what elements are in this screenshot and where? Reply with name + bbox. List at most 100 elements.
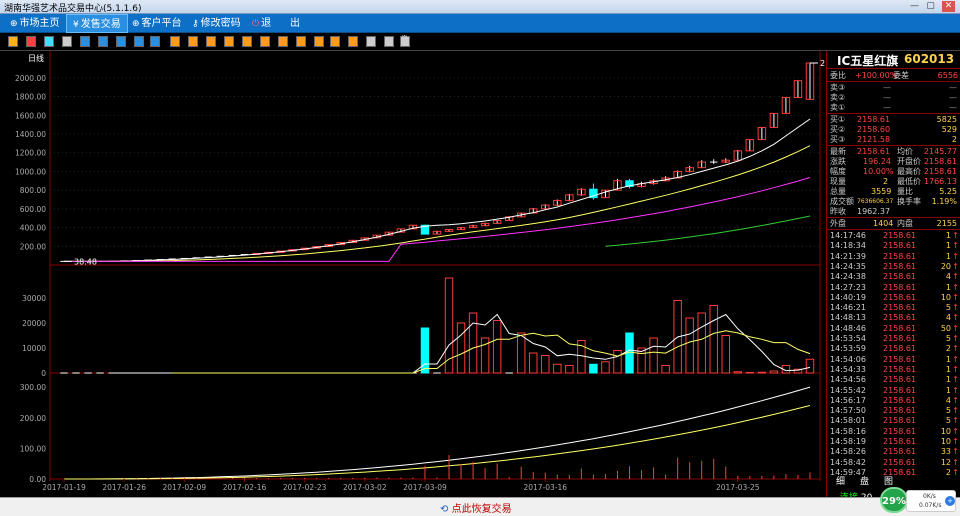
menu-home-label: 市场主页 [19, 18, 60, 29]
price-tick-label: 1200.00 [15, 149, 46, 158]
toolbar-button[interactable] [224, 36, 234, 47]
up-arrow-icon: ↑ [952, 303, 959, 313]
tick-row: 14:58:16 2158.61 10 ↑ [830, 426, 959, 436]
toolbar-button[interactable] [366, 36, 376, 47]
volume-bar [565, 365, 574, 374]
tick-row: 14:24:38 2158.61 4 ↑ [830, 272, 959, 282]
minimize-button[interactable]: — [908, 1, 921, 12]
tick-row: 14:54:06 2158.61 1 ↑ [830, 354, 959, 364]
up-arrow-icon: ↑ [952, 395, 959, 405]
menu-password[interactable]: ⚷ 修改密码 [186, 14, 247, 33]
volume-bar [697, 312, 706, 374]
close-button[interactable]: ✕ [942, 1, 955, 12]
price-tick-label: 800.00 [20, 186, 46, 195]
change-row: 涨跌 196.24 开盘价 2158.61 [830, 157, 957, 166]
toolbar-button[interactable] [170, 36, 180, 47]
settings-icon[interactable]: ⚙ [400, 34, 410, 45]
volume-bar [456, 322, 466, 374]
indicator-tick-label: 100.00 [20, 444, 46, 453]
toolbar-button[interactable] [242, 36, 252, 47]
toolbar-button[interactable] [260, 36, 270, 47]
date-tick-label: 2017-02-23 [283, 483, 327, 492]
up-arrow-icon: ↑ [952, 323, 959, 333]
latest-row: 最新 2158.61 均价 2145.77 [830, 147, 957, 156]
up-arrow-icon: ↑ [952, 406, 959, 416]
tick-row: 14:56:17 2158.61 4 ↑ [830, 395, 959, 405]
quote-header: IC五星红旗 602013 [827, 51, 960, 69]
window-title: 湖南华强艺术品交易中心(5.1.1.6) [4, 4, 142, 14]
tab-pan[interactable]: 盘 [860, 474, 869, 487]
toolbar-button[interactable] [384, 36, 394, 47]
tick-row: 14:54:33 2158.61 1 ↑ [830, 364, 959, 374]
net-down: 0.07K/s [919, 502, 942, 509]
toolbar-button[interactable] [314, 36, 324, 47]
menu-client[interactable]: ⊕ 客户平台 [126, 14, 188, 33]
up-arrow-icon: ↑ [952, 344, 959, 354]
menu-exit[interactable]: 出 [284, 14, 306, 33]
date-tick-label: 2017-01-19 [42, 483, 86, 492]
toolbar-button[interactable] [188, 36, 198, 47]
menu-sell[interactable]: ¥ 发售交易 [66, 14, 128, 33]
buy3-row: 买③ 2121.58 2 [830, 135, 957, 144]
plus-icon: + [945, 496, 955, 506]
toolbar-button[interactable] [98, 36, 108, 47]
globe-icon: ⊕ [10, 19, 18, 29]
maximize-button[interactable]: ▢ [924, 1, 937, 12]
tick-row: 14:21:39 2158.61 1 ↑ [830, 251, 959, 261]
ma30-line [605, 215, 811, 247]
up-arrow-icon: ↑ [952, 385, 959, 395]
toolbar-button[interactable] [134, 36, 144, 47]
tab-chart[interactable]: 图 [884, 474, 893, 487]
tick-row: 14:58:19 2158.61 10 ↑ [830, 437, 959, 446]
up-arrow-icon: ↑ [952, 447, 959, 457]
volume-bar [721, 335, 730, 374]
up-arrow-icon: ↑ [952, 426, 959, 436]
price-tick-label: 600.00 [20, 205, 46, 214]
date-tick-label: 2017-03-09 [403, 483, 447, 492]
toolbar-button[interactable] [116, 36, 126, 47]
up-arrow-icon: ↑ [952, 261, 959, 271]
quote-panel: IC五星红旗 602013 委比 +100.00% 委差 6556 卖③ — — 卖… [826, 51, 960, 497]
toolbar-button[interactable] [278, 36, 288, 47]
toolbar-button[interactable] [330, 36, 340, 47]
date-tick-label: 2017-02-16 [223, 483, 267, 492]
volume-bar [541, 355, 550, 374]
vol-ma10-line [172, 330, 811, 374]
resume-trading-link[interactable]: ⟲ 点此恢复交易 [440, 500, 512, 515]
tick-row: 14:40:19 2158.61 10 ↑ [830, 292, 959, 302]
menu-home[interactable]: ⊕ 市场主页 [4, 14, 66, 33]
sell1-row: 卖① — — [830, 103, 957, 112]
tick-row: 14:48:46 2158.61 50 ↑ [830, 323, 959, 333]
toolbar-button[interactable] [206, 36, 216, 47]
tab-detail[interactable]: 细 [836, 474, 845, 487]
up-arrow-icon: ↑ [952, 251, 959, 261]
price-tick-label: 2000.00 [15, 74, 46, 83]
toolbar-button[interactable] [150, 36, 160, 47]
toolbar-button[interactable] [44, 36, 54, 47]
up-arrow-icon: ↑ [952, 292, 959, 302]
toolbar-button[interactable] [8, 36, 18, 47]
globe-icon: ⊕ [132, 19, 140, 29]
cpu-percent-badge[interactable]: 29% [880, 487, 908, 513]
stock-name: IC五星红旗 [837, 54, 899, 68]
toolbar-button[interactable] [80, 36, 90, 47]
date-tick-label: 2017-03-16 [523, 483, 567, 492]
up-arrow-icon: ↑ [952, 313, 959, 323]
volume-bar [553, 363, 562, 374]
menu-back[interactable]: ⏻ 退 [246, 14, 277, 33]
volume-tick-label: 30000 [22, 294, 46, 303]
toolbar-button[interactable] [296, 36, 306, 47]
toolbar-button[interactable] [26, 36, 36, 47]
sell2-row: 卖② — — [830, 93, 957, 102]
volume-bar [805, 358, 815, 374]
up-arrow-icon: ↑ [952, 354, 959, 364]
period-label: 日线 [28, 54, 44, 63]
volume-tick-label: 0 [41, 369, 46, 378]
tick-row: 14:24:35 2158.61 20 ↑ [830, 261, 959, 271]
now-row: 现量 2 最低价 1766.13 [830, 177, 957, 186]
volume-bar [649, 337, 658, 374]
toolbar-button[interactable] [62, 36, 72, 47]
quote-tabs: 细 盘 图 [826, 474, 960, 487]
order-ratio-row: 委比 +100.00% 委差 6556 [830, 71, 958, 80]
toolbar-button[interactable] [348, 36, 358, 47]
